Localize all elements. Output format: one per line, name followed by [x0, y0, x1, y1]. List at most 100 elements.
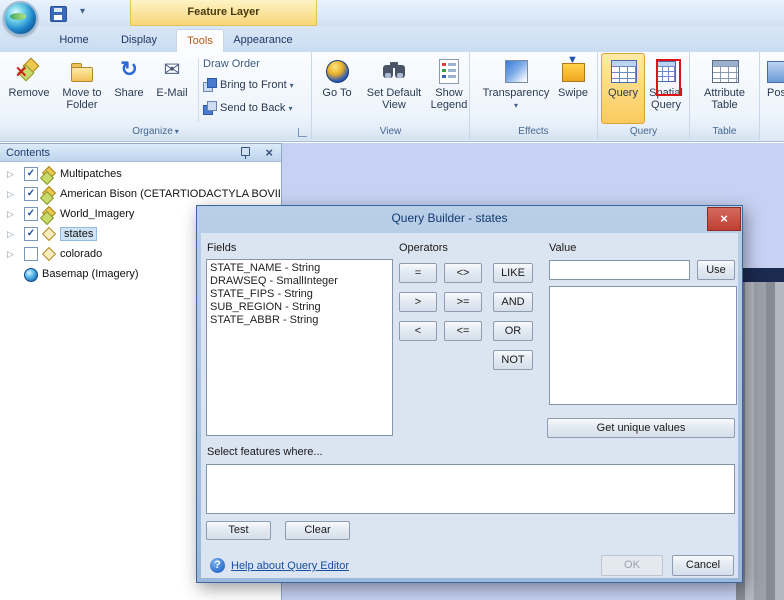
expand-icon[interactable]: ▷: [7, 164, 14, 184]
operator-greater-button[interactable]: >: [399, 292, 437, 312]
layer-checkbox[interactable]: ✓: [24, 227, 38, 241]
bring-to-front-button[interactable]: Bring to Front ▾: [203, 77, 294, 95]
field-item[interactable]: STATE_FIPS - String: [210, 288, 389, 301]
expand-icon[interactable]: ▷: [7, 204, 14, 224]
map-imagery-area: [736, 282, 784, 600]
transparency-dropdown-icon[interactable]: ▾: [514, 101, 518, 110]
field-item[interactable]: STATE_NAME - String: [210, 262, 389, 275]
operator-greater-equal-button[interactable]: >=: [444, 292, 482, 312]
tab-tools[interactable]: Tools: [176, 29, 224, 52]
title-bar: ▾ Feature Layer: [0, 0, 784, 36]
set-default-view-label: Set Default View: [366, 87, 422, 111]
email-label: E-Mail: [156, 87, 188, 99]
ribbon-group-organize: ✕ Remove Move to Folder ↻ Share ✉ E-Mail…: [0, 52, 312, 140]
query-builder-dialog: Query Builder - states × Fields STATE_NA…: [196, 205, 743, 583]
ribbon-group-effects: Transparency ▾ ▼ Swipe Effects: [470, 52, 598, 140]
move-to-folder-label: Move to Folder: [62, 87, 102, 111]
position-icon: [761, 57, 784, 85]
layer-label[interactable]: World_Imagery: [60, 208, 134, 220]
close-panel-icon[interactable]: ×: [265, 144, 273, 162]
clear-button[interactable]: Clear: [285, 521, 350, 540]
operator-and-button[interactable]: AND: [493, 292, 533, 312]
remove-button[interactable]: ✕ Remove: [2, 54, 56, 123]
dialog-title: Query Builder - states: [391, 211, 508, 225]
operator-not-equals-button[interactable]: <>: [444, 263, 482, 283]
use-button[interactable]: Use: [697, 260, 735, 280]
layer-label[interactable]: American Bison (CETARTIODACTYLA BOVIDAE …: [60, 188, 280, 200]
layer-checkbox[interactable]: [24, 247, 38, 261]
ribbon-group-table: Attribute Table Table: [690, 52, 760, 140]
share-button[interactable]: ↻ Share: [110, 54, 148, 123]
layer-checkbox[interactable]: ✓: [24, 187, 38, 201]
value-listbox[interactable]: [549, 286, 737, 405]
expand-icon[interactable]: ▷: [7, 184, 14, 204]
organize-dialog-launcher-icon[interactable]: [298, 128, 307, 137]
ribbon-group-view: Go To Set Default View Show Legend View: [312, 52, 470, 140]
save-icon[interactable]: [50, 6, 67, 22]
get-unique-values-button[interactable]: Get unique values: [547, 418, 735, 438]
operator-equals-button[interactable]: =: [399, 263, 437, 283]
layer-label-selected[interactable]: states: [60, 227, 98, 241]
application-window: ▾ Feature Layer Home Display Tools Appea…: [0, 0, 784, 600]
ribbon-tab-row: Home Display Tools Appearance: [0, 26, 784, 52]
bring-to-front-dropdown-icon[interactable]: ▾: [290, 81, 294, 90]
dialog-close-button[interactable]: ×: [707, 207, 741, 231]
fields-listbox[interactable]: STATE_NAME - String DRAWSEQ - SmallInteg…: [206, 259, 393, 436]
layer-checkbox[interactable]: ✓: [24, 167, 38, 181]
layer-icon: [41, 246, 57, 262]
test-button[interactable]: Test: [206, 521, 271, 540]
cancel-button[interactable]: Cancel: [672, 555, 734, 576]
send-to-back-button[interactable]: Send to Back ▾: [203, 100, 292, 118]
layer-label[interactable]: Basemap (Imagery): [42, 268, 139, 280]
set-default-view-button[interactable]: Set Default View: [358, 54, 430, 123]
quick-access-dropdown-arrow[interactable]: ▾: [80, 6, 85, 17]
where-clause-textarea[interactable]: [206, 464, 735, 514]
help-icon[interactable]: ?: [210, 558, 225, 573]
organize-group-footer: Organize ▾: [0, 125, 311, 140]
help-link[interactable]: Help about Query Editor: [231, 560, 349, 572]
ok-button-disabled[interactable]: OK: [601, 555, 663, 576]
tab-home[interactable]: Home: [46, 29, 102, 51]
folder-icon: [68, 57, 96, 85]
attribute-table-button[interactable]: Attribute Table: [694, 54, 755, 123]
app-menu-globe-button[interactable]: [3, 1, 38, 36]
operator-less-button[interactable]: <: [399, 321, 437, 341]
layer-label[interactable]: colorado: [60, 248, 102, 260]
layer-label[interactable]: Multipatches: [60, 168, 122, 180]
pin-icon[interactable]: [240, 147, 251, 159]
operator-like-button[interactable]: LIKE: [493, 263, 533, 283]
transparency-button[interactable]: Transparency ▾: [482, 54, 550, 123]
expand-icon[interactable]: ▷: [7, 244, 14, 264]
field-item[interactable]: STATE_ABBR - String: [210, 314, 389, 327]
operator-not-button[interactable]: NOT: [493, 350, 533, 370]
operator-less-equal-button[interactable]: <=: [444, 321, 482, 341]
query-button[interactable]: Query: [601, 53, 645, 124]
contextual-tab-feature-layer[interactable]: Feature Layer: [130, 0, 317, 26]
tree-item-multipatches[interactable]: ▷ ✓ Multipatches: [0, 164, 280, 186]
field-item[interactable]: DRAWSEQ - SmallInteger: [210, 275, 389, 288]
tab-appearance[interactable]: Appearance: [228, 29, 298, 51]
show-legend-button[interactable]: Show Legend: [429, 54, 469, 123]
organize-dropdown-icon[interactable]: ▾: [175, 127, 179, 136]
bring-to-front-icon: [203, 78, 217, 92]
value-label: Value: [549, 242, 577, 254]
go-to-button[interactable]: Go To: [318, 54, 356, 123]
layer-checkbox[interactable]: ✓: [24, 207, 38, 221]
remove-label: Remove: [8, 87, 50, 99]
query-label: Query: [608, 87, 638, 99]
send-to-back-dropdown-icon[interactable]: ▾: [288, 104, 292, 113]
operator-or-button[interactable]: OR: [493, 321, 533, 341]
legend-icon: [435, 57, 463, 85]
attribute-table-icon: [711, 57, 739, 85]
position-button-partial[interactable]: Pos: [761, 54, 784, 123]
tree-item-american-bison[interactable]: ▷ ✓ American Bison (CETARTIODACTYLA BOVI…: [0, 184, 280, 206]
email-button[interactable]: ✉ E-Mail: [150, 54, 194, 123]
field-item[interactable]: SUB_REGION - String: [210, 301, 389, 314]
swipe-button[interactable]: ▼ Swipe: [554, 54, 592, 123]
move-to-folder-button[interactable]: Move to Folder: [56, 54, 108, 123]
expand-icon[interactable]: ▷: [7, 224, 14, 244]
tab-display[interactable]: Display: [108, 29, 170, 51]
value-input[interactable]: [549, 260, 690, 280]
effects-group-label: Effects: [518, 126, 549, 137]
contents-panel-header: Contents ×: [0, 144, 281, 162]
